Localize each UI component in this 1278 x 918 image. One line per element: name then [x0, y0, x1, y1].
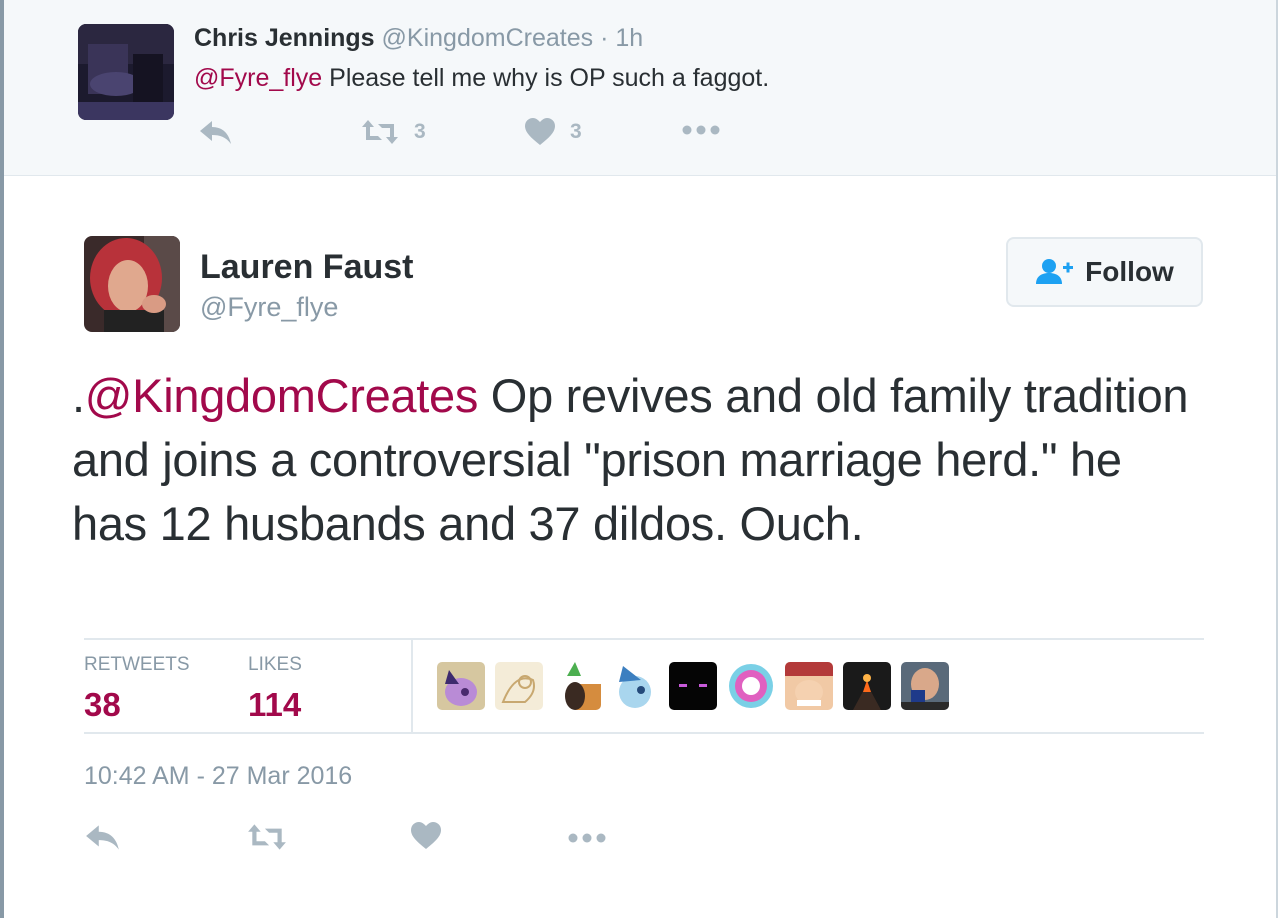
main-author-handle[interactable]: @Fyre_flye: [200, 292, 338, 323]
liker-avatar[interactable]: [843, 662, 891, 710]
more-icon: [568, 833, 606, 843]
parent-author-avatar[interactable]: [78, 24, 174, 120]
main-more-button[interactable]: [568, 832, 606, 844]
liker-avatar[interactable]: [495, 662, 543, 710]
parent-reply-button[interactable]: [198, 118, 234, 146]
likes-label: LIKES: [248, 654, 302, 675]
retweets-stat[interactable]: RETWEETS 38: [84, 654, 190, 724]
retweet-icon: [362, 120, 398, 144]
reply-icon: [86, 825, 119, 850]
liker-avatar[interactable]: [553, 662, 601, 710]
likes-count: 114: [248, 686, 302, 723]
main-action-bar: [84, 822, 644, 862]
parent-action-bar: 3 3: [198, 118, 758, 150]
parent-like-count: 3: [570, 120, 582, 143]
parent-tweet-time[interactable]: 1h: [615, 24, 643, 52]
likes-stat[interactable]: LIKES 114: [248, 654, 302, 724]
stats-bottom-divider: [84, 732, 1204, 734]
parent-retweet-count: 3: [414, 120, 426, 143]
parent-tweet[interactable]: Chris Jennings @KingdomCreates · 1h @Fyr…: [4, 0, 1276, 176]
parent-author-handle[interactable]: @KingdomCreates: [382, 24, 594, 52]
parent-time-separator: ·: [600, 24, 609, 52]
parent-author-name[interactable]: Chris Jennings: [194, 24, 375, 52]
main-like-button[interactable]: [410, 822, 442, 850]
liker-avatars: [437, 662, 949, 710]
liker-avatar[interactable]: [437, 662, 485, 710]
follow-user-plus-icon: [1036, 259, 1074, 284]
parent-retweet-button[interactable]: 3: [360, 118, 426, 146]
main-mention-link[interactable]: @KingdomCreates: [85, 369, 479, 422]
liker-avatar[interactable]: [611, 662, 659, 710]
heart-icon: [525, 118, 555, 145]
stats-vertical-divider: [411, 640, 413, 732]
liker-avatar[interactable]: [727, 662, 775, 710]
main-retweet-button[interactable]: [246, 822, 288, 852]
main-reply-button[interactable]: [84, 822, 122, 852]
parent-tweet-body: Please tell me why is OP such a faggot.: [329, 64, 770, 92]
follow-button-label: Follow: [1085, 256, 1174, 287]
main-author-avatar[interactable]: [84, 236, 180, 332]
parent-more-button[interactable]: [682, 124, 720, 136]
stats-top-divider: [84, 638, 1204, 640]
retweets-label: RETWEETS: [84, 654, 190, 675]
liker-avatar[interactable]: [785, 662, 833, 710]
tweet-text-prefix: .: [72, 369, 85, 422]
parent-mention-link[interactable]: @Fyre_flye: [194, 64, 322, 92]
main-author-name[interactable]: Lauren Faust: [200, 248, 413, 287]
retweet-icon: [248, 824, 286, 850]
follow-button[interactable]: Follow: [1006, 237, 1203, 307]
main-tweet-text: .@KingdomCreates Op revives and old fami…: [72, 364, 1192, 556]
tweet-timestamp[interactable]: 10:42 AM - 27 Mar 2016: [84, 762, 352, 791]
heart-icon: [411, 822, 441, 849]
more-icon: [682, 125, 720, 135]
parent-tweet-header: Chris Jennings @KingdomCreates · 1h: [194, 24, 643, 53]
liker-avatar[interactable]: [901, 662, 949, 710]
retweets-count: 38: [84, 686, 121, 723]
parent-tweet-text: @Fyre_flye Please tell me why is OP such…: [194, 64, 769, 93]
parent-like-button[interactable]: 3: [524, 118, 582, 146]
liker-avatar[interactable]: [669, 662, 717, 710]
reply-icon: [200, 121, 231, 144]
